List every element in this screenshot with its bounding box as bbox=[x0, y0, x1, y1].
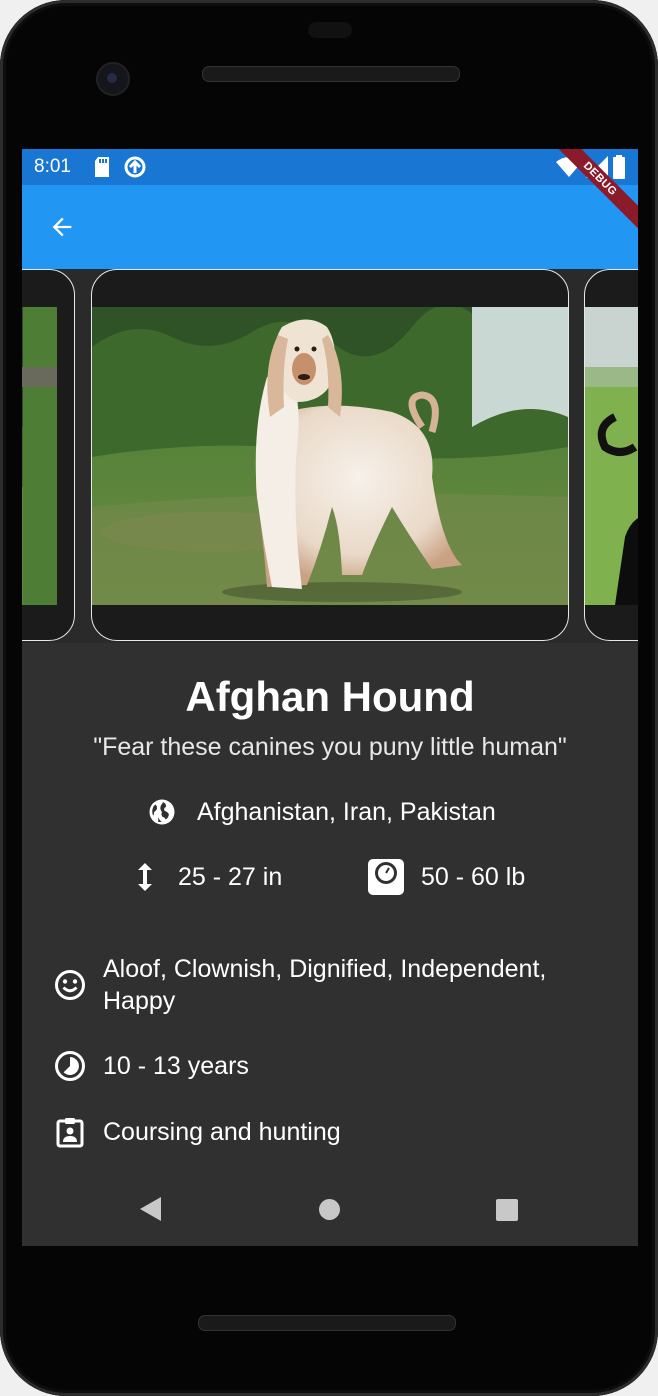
scale-icon bbox=[368, 859, 404, 895]
screen: 8:01 DEBUG Afghan Hound "Fear these cani… bbox=[22, 149, 638, 1246]
status-time: 8:01 bbox=[34, 156, 71, 177]
status-bar: 8:01 bbox=[22, 149, 638, 185]
bred-for-text: Coursing and hunting bbox=[103, 1118, 341, 1146]
earpiece bbox=[308, 22, 352, 38]
front-camera bbox=[96, 62, 130, 96]
dog-photo bbox=[92, 307, 568, 605]
breed-tagline: "Fear these canines you puny little huma… bbox=[93, 733, 567, 761]
dog-photo-next bbox=[585, 307, 638, 605]
timelapse-icon bbox=[55, 1051, 85, 1081]
height-text: 25 - 27 in bbox=[178, 862, 283, 891]
height-row: 25 - 27 in bbox=[134, 859, 282, 895]
app-bar bbox=[22, 185, 638, 269]
back-button[interactable] bbox=[38, 203, 86, 251]
carousel-card-next[interactable] bbox=[584, 269, 638, 641]
arrow-back-icon bbox=[52, 217, 72, 237]
bred-for-row: Coursing and hunting bbox=[54, 1116, 593, 1148]
smiley-icon bbox=[55, 970, 85, 1000]
sync-icon bbox=[124, 156, 146, 178]
carousel-card-previous[interactable] bbox=[22, 269, 75, 641]
weight-text: 50 - 60 lb bbox=[421, 862, 526, 891]
assignment-ind-icon bbox=[56, 1118, 84, 1148]
temperament-text: Aloof, Clownish, Dignified, Independent,… bbox=[103, 955, 547, 1015]
temperament-row: Aloof, Clownish, Dignified, Independent,… bbox=[54, 953, 593, 1017]
bottom-speaker bbox=[198, 1315, 456, 1331]
battery-icon bbox=[613, 155, 625, 179]
nav-home-button[interactable] bbox=[319, 1199, 340, 1220]
height-icon bbox=[138, 863, 152, 891]
system-nav-bar bbox=[0, 1172, 658, 1244]
breed-name: Afghan Hound bbox=[185, 673, 475, 720]
image-carousel[interactable] bbox=[22, 269, 638, 643]
dog-photo-previous bbox=[22, 307, 57, 605]
sd-card-icon bbox=[95, 157, 109, 177]
life-span-text: 10 - 13 years bbox=[103, 1052, 249, 1080]
breed-details: Afghan Hound "Fear these canines you pun… bbox=[22, 643, 638, 1246]
globe-icon bbox=[149, 799, 175, 825]
weight-row: 50 - 60 lb bbox=[367, 857, 525, 897]
carousel-card-current[interactable] bbox=[91, 269, 569, 641]
phone-frame: 8:01 DEBUG Afghan Hound "Fear these cani… bbox=[0, 0, 658, 1396]
origin-text: Afghanistan, Iran, Pakistan bbox=[197, 797, 496, 826]
top-speaker bbox=[202, 66, 460, 82]
origin-row: Afghanistan, Iran, Pakistan bbox=[147, 794, 496, 830]
nav-back-icon[interactable] bbox=[139, 1196, 163, 1222]
nav-recents-button[interactable] bbox=[496, 1199, 518, 1221]
life-span-row: 10 - 13 years bbox=[54, 1050, 593, 1082]
